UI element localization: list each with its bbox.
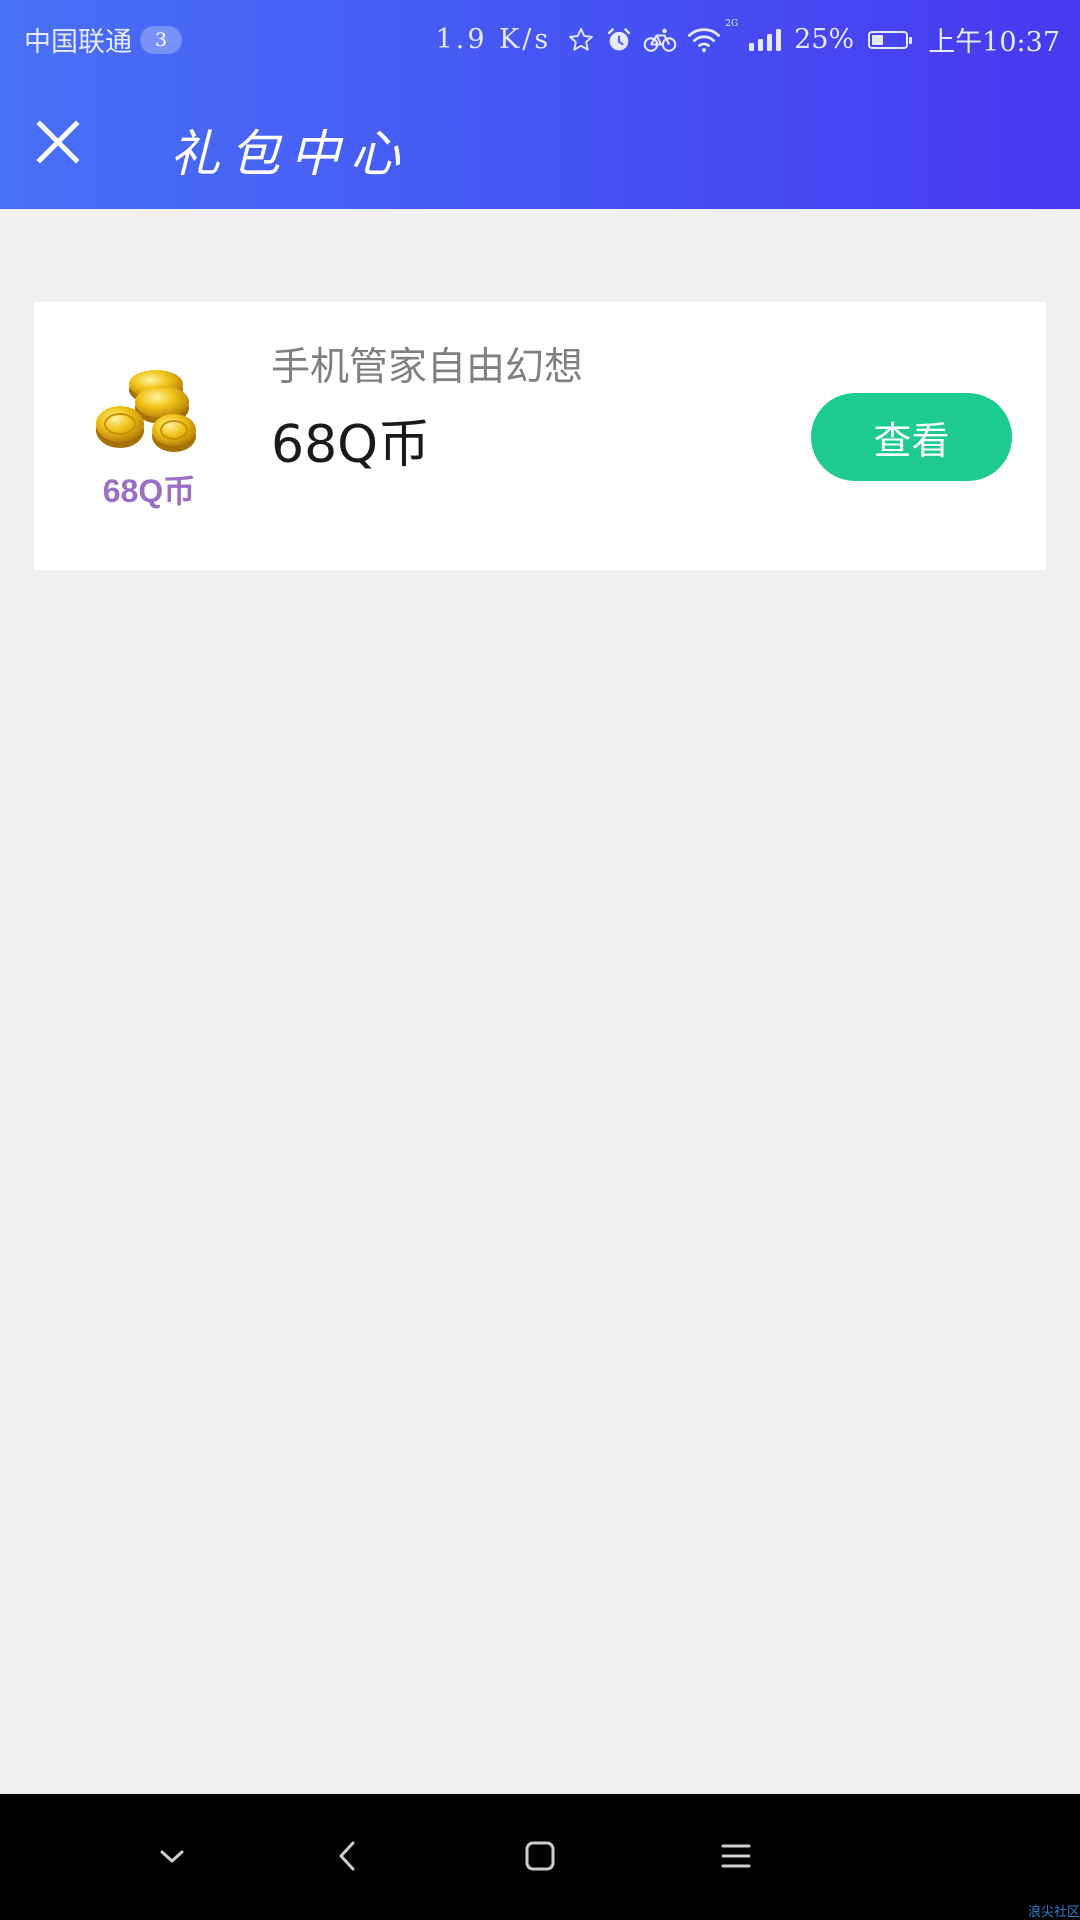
system-nav-bar: 浪尖社区: [0, 1794, 1080, 1920]
app-bar: 礼包中心: [0, 78, 1080, 209]
gift-title: 手机管家自由幻想: [271, 345, 584, 390]
close-button[interactable]: [22, 106, 94, 178]
status-bar-left: 中国联通 3: [24, 20, 182, 59]
status-bar: 中国联通 3 1.9 K/s 2G 25% 上午10:37: [0, 0, 1080, 78]
gold-coins-icon: [96, 370, 196, 452]
close-icon: [36, 120, 80, 164]
page-title: 礼包中心: [170, 125, 410, 183]
view-button[interactable]: 查看: [811, 393, 1012, 481]
network-gen: 2G: [725, 18, 739, 29]
status-bar-right: 1.9 K/s 2G 25% 上午10:37: [435, 18, 1060, 59]
carrier-name: 中国联通: [24, 27, 132, 58]
alarm-icon: [605, 26, 633, 54]
battery-icon: [868, 30, 913, 49]
gift-card: 68Q币 手机管家自由幻想 68Q币 查看: [34, 302, 1046, 570]
battery-percent: 25%: [794, 24, 855, 55]
nav-menu-button[interactable]: [706, 1826, 766, 1886]
notification-count-badge: 3: [140, 25, 182, 54]
wifi-icon: [687, 26, 721, 54]
net-speed: 1.9 K/s: [435, 24, 552, 55]
clock: 上午10:37: [928, 27, 1060, 58]
header: 中国联通 3 1.9 K/s 2G 25% 上午10:37 礼包中心: [0, 0, 1080, 209]
nav-back-button[interactable]: [318, 1826, 378, 1886]
watermark: 浪尖社区: [1027, 1905, 1080, 1920]
gift-thumbnail-label: 68Q币: [102, 473, 196, 509]
nav-hide-button[interactable]: [142, 1826, 202, 1886]
back-icon: [339, 1841, 355, 1871]
bike-icon: [643, 26, 677, 54]
star-outline-icon: [567, 26, 595, 54]
menu-icon: [721, 1844, 751, 1868]
battery-level-fill: [872, 34, 884, 45]
gift-amount: 68Q币: [271, 415, 431, 475]
nav-home-button[interactable]: [510, 1826, 570, 1886]
chevron-down-icon: [160, 1850, 184, 1863]
home-icon: [525, 1841, 555, 1871]
screen: 中国联通 3 1.9 K/s 2G 25% 上午10:37 礼包中心 68Q币 …: [0, 0, 1080, 1920]
signal-icon: [748, 27, 784, 53]
gift-thumbnail: 68Q币: [74, 358, 224, 509]
